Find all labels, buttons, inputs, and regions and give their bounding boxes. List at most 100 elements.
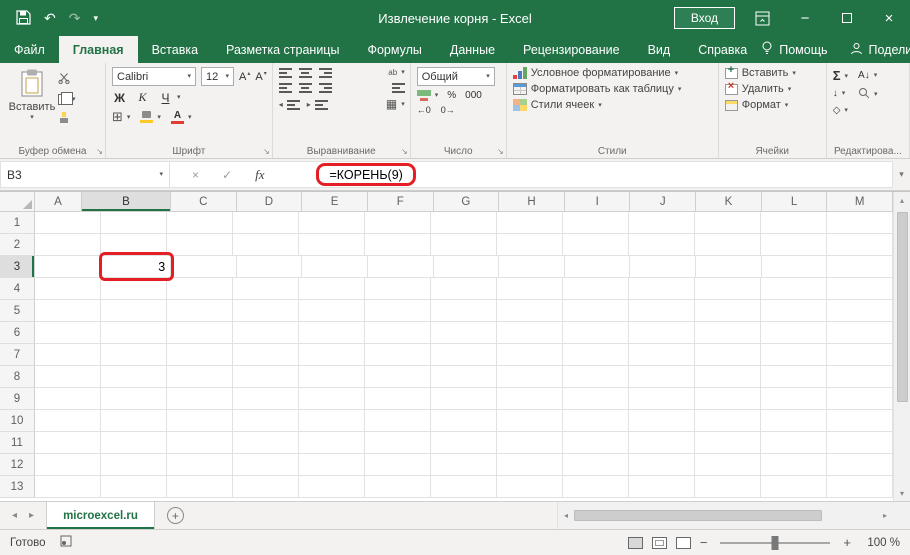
merge-center-button[interactable]: ▦ ▾ xyxy=(386,97,405,111)
vertical-scrollbar[interactable]: ▴ ▾ xyxy=(893,192,910,501)
row-header-13[interactable]: 13 xyxy=(0,476,35,498)
tab-Главная[interactable]: Главная xyxy=(58,36,138,63)
zoom-out-button[interactable]: − xyxy=(700,535,708,550)
cell-G6[interactable] xyxy=(431,322,497,344)
cell-M8[interactable] xyxy=(827,366,893,388)
dialog-launcher-icon[interactable]: ↘ xyxy=(401,147,408,156)
zoom-level[interactable]: 100 % xyxy=(860,537,900,549)
cell-K13[interactable] xyxy=(695,476,761,498)
cell-E12[interactable] xyxy=(299,454,365,476)
cell-L9[interactable] xyxy=(761,388,827,410)
zoom-slider-thumb[interactable] xyxy=(771,535,779,550)
cell-F12[interactable] xyxy=(365,454,431,476)
cell-L4[interactable] xyxy=(761,278,827,300)
tab-Данные[interactable]: Данные xyxy=(436,36,509,63)
cell-G2[interactable] xyxy=(431,234,497,256)
share-button[interactable]: Поделиться xyxy=(850,42,910,58)
underline-button[interactable]: Ч ▾ xyxy=(158,91,181,105)
cell-L3[interactable] xyxy=(761,256,828,278)
font-family-combo[interactable]: Calibri ▾ xyxy=(112,67,196,86)
close-button[interactable]: × xyxy=(868,0,910,36)
expand-formula-bar-icon[interactable]: ▾ xyxy=(893,159,910,190)
increase-font-size-button[interactable]: А ▴ xyxy=(239,71,250,83)
cell-H7[interactable] xyxy=(497,344,563,366)
column-header-G[interactable]: G xyxy=(433,192,500,212)
align-left-icon[interactable] xyxy=(278,82,292,93)
cell-E1[interactable] xyxy=(299,212,365,234)
cell-C4[interactable] xyxy=(167,278,233,300)
cell-E13[interactable] xyxy=(299,476,365,498)
cell-K3[interactable] xyxy=(696,256,762,278)
cell-A1[interactable] xyxy=(35,212,101,234)
cell-I13[interactable] xyxy=(563,476,629,498)
cell-C2[interactable] xyxy=(167,234,233,256)
macro-record-icon[interactable] xyxy=(60,535,72,550)
scroll-up-icon[interactable]: ▴ xyxy=(900,192,904,208)
cell-J11[interactable] xyxy=(629,432,695,454)
row-header-9[interactable]: 9 xyxy=(0,388,35,410)
cell-F1[interactable] xyxy=(365,212,431,234)
align-bottom-icon[interactable] xyxy=(318,67,332,78)
cell-K5[interactable] xyxy=(695,300,761,322)
tab-Вид[interactable]: Вид xyxy=(634,36,685,63)
cell-L5[interactable] xyxy=(761,300,827,322)
cell-D10[interactable] xyxy=(233,410,299,432)
enter-icon[interactable]: ✓ xyxy=(222,168,232,182)
cell-K9[interactable] xyxy=(695,388,761,410)
cell-D9[interactable] xyxy=(233,388,299,410)
column-header-H[interactable]: H xyxy=(499,192,565,212)
cell-K6[interactable] xyxy=(695,322,761,344)
column-header-F[interactable]: F xyxy=(367,192,434,212)
cell-J4[interactable] xyxy=(629,278,695,300)
increase-decimal-button[interactable]: ←0 xyxy=(417,105,431,115)
cell-D6[interactable] xyxy=(233,322,299,344)
cell-C9[interactable] xyxy=(167,388,233,410)
cell-G13[interactable] xyxy=(431,476,497,498)
cell-G11[interactable] xyxy=(431,432,497,454)
insert-function-button[interactable]: fx xyxy=(255,167,264,183)
cell-J3[interactable] xyxy=(630,256,697,278)
cell-B13[interactable] xyxy=(101,476,167,498)
cell-J9[interactable] xyxy=(629,388,695,410)
cell-B8[interactable] xyxy=(101,366,167,388)
cell-L11[interactable] xyxy=(761,432,827,454)
bold-button[interactable]: Ж xyxy=(112,91,127,105)
cell-J7[interactable] xyxy=(629,344,695,366)
cell-D3[interactable] xyxy=(236,256,303,278)
row-header-4[interactable]: 4 xyxy=(0,278,35,300)
cell-I3[interactable] xyxy=(564,256,631,278)
cell-J12[interactable] xyxy=(629,454,695,476)
save-icon[interactable] xyxy=(16,9,31,27)
cell-B7[interactable] xyxy=(101,344,167,366)
cell-M4[interactable] xyxy=(827,278,893,300)
align-top-icon[interactable] xyxy=(278,67,292,78)
cell-F6[interactable] xyxy=(365,322,431,344)
cell-G3[interactable] xyxy=(433,256,500,278)
horizontal-scroll-thumb[interactable] xyxy=(574,510,823,521)
format-cells-button[interactable]: Формат ▾ xyxy=(724,99,821,111)
cell-H9[interactable] xyxy=(497,388,563,410)
cell-D7[interactable] xyxy=(233,344,299,366)
cell-E8[interactable] xyxy=(299,366,365,388)
cell-K2[interactable] xyxy=(695,234,761,256)
name-box[interactable]: B3 ▾ xyxy=(0,161,170,188)
cell-G8[interactable] xyxy=(431,366,497,388)
number-format-combo[interactable]: Общий ▾ xyxy=(416,67,495,86)
cell-A4[interactable] xyxy=(35,278,101,300)
increase-indent-button[interactable]: ▸ xyxy=(307,98,328,110)
row-header-10[interactable]: 10 xyxy=(0,410,35,432)
row-header-11[interactable]: 11 xyxy=(0,432,35,454)
autosum-button[interactable]: Σ ▾ xyxy=(833,69,848,82)
cell-M7[interactable] xyxy=(827,344,893,366)
cell-F13[interactable] xyxy=(365,476,431,498)
cell-L12[interactable] xyxy=(761,454,827,476)
scroll-down-icon[interactable]: ▾ xyxy=(900,485,904,501)
cell-J10[interactable] xyxy=(629,410,695,432)
cell-D8[interactable] xyxy=(233,366,299,388)
tab-Разметка страницы[interactable]: Разметка страницы xyxy=(212,36,353,63)
cell-M13[interactable] xyxy=(827,476,893,498)
cell-M1[interactable] xyxy=(827,212,893,234)
cell-D5[interactable] xyxy=(233,300,299,322)
cell-M5[interactable] xyxy=(827,300,893,322)
cell-D1[interactable] xyxy=(233,212,299,234)
